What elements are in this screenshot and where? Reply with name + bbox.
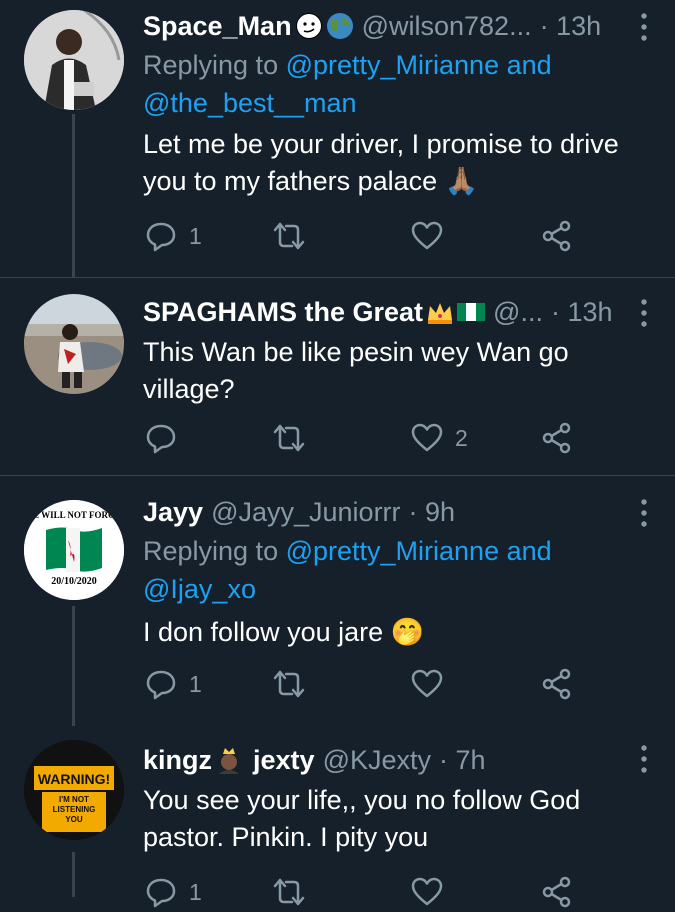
avatar-photo: E WILL NOT FORG 20/10/2020 xyxy=(24,500,124,600)
share-button[interactable] xyxy=(541,418,573,458)
like-icon xyxy=(411,221,443,250)
more-icon[interactable] xyxy=(629,296,659,330)
more-icon[interactable] xyxy=(629,10,659,44)
share-button[interactable] xyxy=(541,216,573,256)
prince-emoji-icon xyxy=(219,748,240,774)
reply-count: 1 xyxy=(189,222,202,249)
replying-to: Replying to @pretty_Mirianne and xyxy=(143,532,655,570)
avatar-caption-bottom: 20/10/2020 xyxy=(51,576,97,587)
reply-button[interactable]: 1 xyxy=(145,664,202,704)
avatar-photo: WARNING! I'M NOT LISTENING YOU xyxy=(24,740,124,840)
avatar-photo xyxy=(24,294,124,394)
retweet-button[interactable] xyxy=(273,664,305,704)
share-icon xyxy=(542,668,571,700)
tweet-text-line: pastor. Pinkin. I pity you xyxy=(143,822,429,852)
share-button[interactable] xyxy=(541,664,573,704)
avatar[interactable] xyxy=(24,294,124,394)
display-name[interactable]: Space_Man xyxy=(143,11,292,42)
tweet-text-line: I don follow you jare 🤭 xyxy=(143,617,425,647)
smirk-emoji-icon xyxy=(295,13,322,39)
timestamp[interactable]: · 9h xyxy=(409,497,456,528)
reply-mention-link[interactable]: @pretty_Mirianne and xyxy=(286,536,552,566)
avatar[interactable] xyxy=(24,10,124,110)
reply-icon xyxy=(146,222,176,252)
avatar-caption-top: WARNING! xyxy=(38,771,110,787)
timestamp[interactable]: · 13h xyxy=(540,11,602,42)
tweet-text-line: This Wan be like pesin wey Wan go xyxy=(143,337,569,367)
nigeria-flag-icon xyxy=(457,303,486,321)
share-icon xyxy=(542,220,571,252)
display-name[interactable]: SPAGHAMS the Great xyxy=(143,297,423,328)
handle[interactable]: @Jayy_Juniorrr xyxy=(211,497,400,528)
like-button[interactable] xyxy=(411,216,443,256)
like-button[interactable]: 2 xyxy=(411,418,468,458)
tweet-text-line: village? xyxy=(143,374,235,404)
display-name[interactable]: jexty xyxy=(253,745,315,776)
reply-count: 1 xyxy=(189,878,202,905)
avatar-caption-mid: YOU xyxy=(65,815,83,824)
avatar[interactable]: WARNING! I'M NOT LISTENING YOU xyxy=(24,740,124,840)
like-count: 2 xyxy=(455,424,468,451)
like-icon xyxy=(411,877,443,906)
tweet[interactable]: E WILL NOT FORG 20/10/2020 Jayy @Jayy_Ju… xyxy=(0,476,675,726)
replying-to: Replying to @pretty_Mirianne and xyxy=(143,46,655,84)
retweet-icon xyxy=(273,222,305,250)
avatar[interactable]: E WILL NOT FORG 20/10/2020 xyxy=(24,500,124,600)
globe-emoji-icon xyxy=(326,13,353,39)
tweet-text-line: you to my fathers palace 🙏🏽 xyxy=(143,166,479,196)
display-name[interactable]: kingz xyxy=(143,745,212,776)
retweet-icon xyxy=(273,424,305,452)
tweet-text: This Wan be like pesin wey Wan go villag… xyxy=(143,334,655,408)
tweet-text: I don follow you jare 🤭 xyxy=(143,614,655,651)
reply-button[interactable] xyxy=(145,418,177,458)
tweet[interactable]: SPAGHAMS the Great @... · 13h This Wan b… xyxy=(0,278,675,476)
like-button[interactable] xyxy=(411,664,443,704)
share-icon xyxy=(542,876,571,908)
reply-mention-link[interactable]: @the_best__man xyxy=(143,88,357,118)
reply-mention-link[interactable]: @pretty_Mirianne and xyxy=(286,50,552,80)
display-name[interactable]: Jayy xyxy=(143,497,203,528)
timestamp[interactable]: · 13h xyxy=(551,297,613,328)
tweet[interactable]: Space_Man @wilson782... · 13h Replying t… xyxy=(0,0,675,278)
more-icon[interactable] xyxy=(629,496,659,530)
retweet-button[interactable] xyxy=(273,872,305,912)
handle[interactable]: @KJexty xyxy=(323,745,431,776)
avatar-caption-mid: I'M NOT xyxy=(59,795,89,804)
handle[interactable]: @... xyxy=(493,297,543,328)
like-icon xyxy=(411,669,443,698)
crown-emoji-icon xyxy=(428,303,453,324)
like-button[interactable] xyxy=(411,872,443,912)
reply-icon xyxy=(146,424,176,454)
thread-line xyxy=(72,852,75,897)
reply-count: 1 xyxy=(189,670,202,697)
tweet-text: You see your life,, you no follow God pa… xyxy=(143,782,655,856)
like-icon xyxy=(411,423,443,452)
retweet-button[interactable] xyxy=(273,418,305,458)
tweet-text-line: You see your life,, you no follow God xyxy=(143,785,581,815)
reply-icon xyxy=(146,670,176,700)
more-icon[interactable] xyxy=(629,742,659,776)
replying-label: Replying to xyxy=(143,50,286,80)
reply-mention-link[interactable]: @Ijay_xo xyxy=(143,574,256,604)
timestamp[interactable]: · 7h xyxy=(439,745,486,776)
replying-label: Replying to xyxy=(143,536,286,566)
retweet-button[interactable] xyxy=(273,216,305,256)
tweet[interactable]: WARNING! I'M NOT LISTENING YOU kingz jex… xyxy=(0,726,675,908)
thread-line xyxy=(72,606,75,726)
reply-button[interactable]: 1 xyxy=(145,872,202,912)
avatar-caption-mid: LISTENING xyxy=(53,805,96,814)
avatar-photo xyxy=(24,10,124,110)
thread-line xyxy=(72,114,75,278)
tweet-text: Let me be your driver, I promise to driv… xyxy=(143,126,655,200)
tweet-text-line: Let me be your driver, I promise to driv… xyxy=(143,129,619,159)
handle[interactable]: @wilson782... xyxy=(362,11,532,42)
avatar-caption-top: E WILL NOT FORG xyxy=(33,510,115,520)
retweet-icon xyxy=(273,670,305,698)
share-button[interactable] xyxy=(541,872,573,912)
retweet-icon xyxy=(273,878,305,906)
share-icon xyxy=(542,422,571,454)
reply-button[interactable]: 1 xyxy=(145,216,202,256)
reply-icon xyxy=(146,878,176,908)
